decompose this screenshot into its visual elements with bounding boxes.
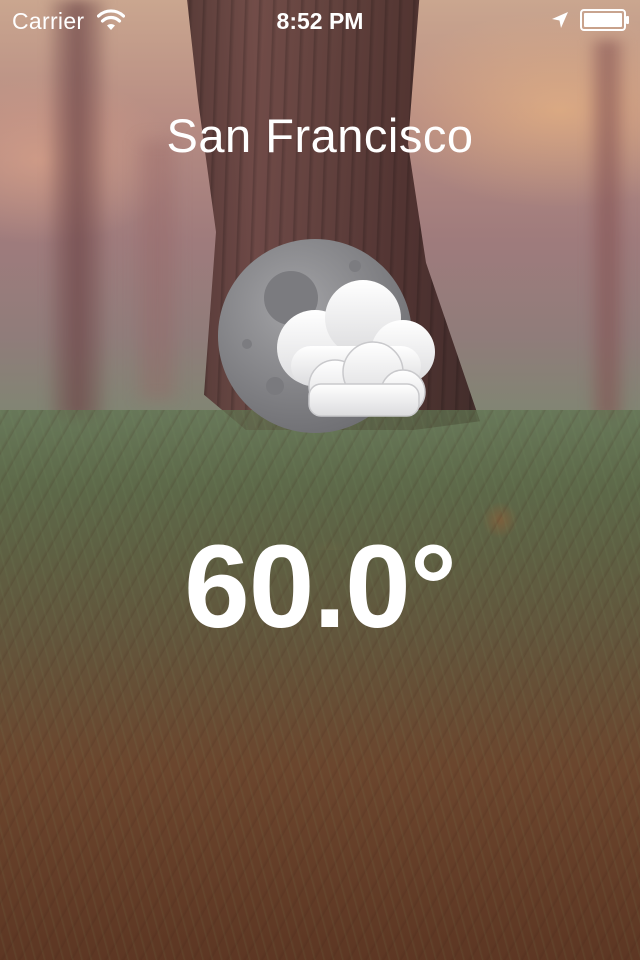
grass-texture — [0, 410, 640, 960]
temperature-value: 60.0° — [184, 521, 457, 653]
weather-screen: Carrier 8:52 PM San Francisco 60.0° — [0, 0, 640, 960]
location-arrow-icon — [552, 12, 568, 28]
background-tree — [590, 40, 625, 420]
city-name: San Francisco — [166, 109, 474, 162]
moon-cloudy-icon — [218, 239, 435, 433]
clock: 8:52 PM — [276, 8, 364, 34]
status-bar: Carrier 8:52 PM — [0, 0, 640, 40]
background-tree — [50, 0, 105, 420]
background-tree — [140, 140, 175, 400]
battery-icon — [580, 9, 629, 31]
